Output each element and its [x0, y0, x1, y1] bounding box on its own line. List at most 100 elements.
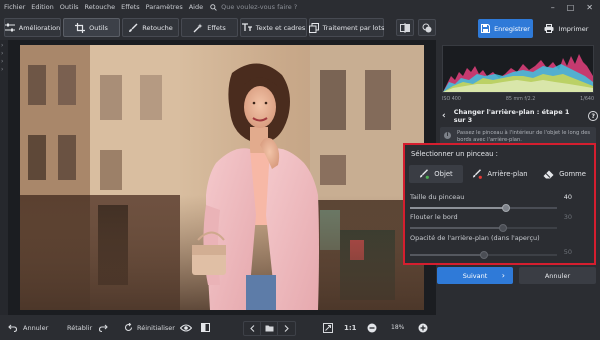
main-toolbar: Amélioration Outils Retouche Effets Text… [0, 14, 600, 40]
save-button[interactable]: Enregistrer [478, 19, 533, 38]
menu-retouch[interactable]: Retouche [82, 3, 119, 11]
exif-shutter: 1/640 [580, 97, 594, 102]
brush-size-slider[interactable] [410, 204, 557, 212]
background-opacity-label: Opacité de l'arrière-plan (dans l'aperçu… [410, 234, 540, 242]
compare-view-button[interactable] [201, 315, 210, 340]
expand-arrow-icon[interactable]: › [1, 42, 3, 49]
compare-icon [400, 22, 410, 33]
tab-tools[interactable]: Outils [63, 18, 120, 37]
prev-image-button[interactable] [244, 322, 261, 335]
tab-label: Effets [207, 23, 226, 32]
minimize-icon[interactable]: – [551, 3, 555, 12]
tab-label: Retouche [142, 23, 173, 32]
next-button[interactable]: Suivant › [437, 267, 513, 284]
search-icon [210, 3, 217, 11]
next-image-button[interactable] [278, 322, 295, 335]
folder-icon [265, 325, 273, 332]
step-header: ‹ Changer l'arrière-plan : étape 1 sur 3… [438, 106, 598, 126]
slider-fill [410, 254, 484, 256]
undo-label: Annuler [23, 323, 49, 332]
layers-button[interactable] [418, 19, 436, 36]
brush-background-button[interactable]: Arrière-plan [467, 165, 533, 183]
feather-edge-label: Flouter le bord [410, 213, 458, 221]
cancel-button[interactable]: Annuler [519, 267, 596, 284]
step-title: Changer l'arrière-plan : étape 1 sur 3 [453, 108, 570, 124]
image-canvas[interactable] [8, 40, 436, 315]
menu-file[interactable]: Fichier [0, 3, 28, 11]
redo-button[interactable]: Rétablir [67, 315, 108, 340]
tab-text-frames[interactable]: Texte et cadres [240, 18, 307, 37]
help-icon[interactable]: ? [588, 111, 598, 121]
brush-eraser-button[interactable]: Gomme [537, 165, 592, 183]
zoom-percent: 18% [391, 324, 405, 331]
exif-info: ISO 400 85 mm f/2.2 1/640 [442, 97, 594, 102]
slider-handle[interactable] [501, 204, 510, 212]
fit-screen-button[interactable] [323, 315, 333, 340]
feather-edge-value: 30 [563, 213, 572, 221]
tab-effects[interactable]: Effets [181, 18, 238, 37]
portrait-photo [20, 45, 424, 310]
chevron-right-icon [284, 325, 289, 332]
sliders-icon [4, 23, 15, 32]
reset-icon [124, 323, 133, 332]
zoom-ratio-label: 1:1 [344, 323, 357, 332]
print-button[interactable]: Imprimer [537, 19, 595, 38]
slider-fill [410, 207, 506, 209]
zoom-out-icon [367, 323, 377, 332]
reset-label: Réinitialiser [137, 323, 175, 332]
expand-arrow-icon[interactable]: › [1, 66, 3, 73]
search-placeholder: Que voulez-vous faire ? [221, 3, 298, 11]
maximize-icon[interactable]: □ [567, 3, 575, 12]
eye-icon [180, 323, 192, 332]
cancel-label: Annuler [544, 271, 571, 280]
undo-icon [8, 324, 17, 332]
exif-iso: ISO 400 [442, 97, 461, 102]
redo-label: Rétablir [67, 323, 93, 332]
zoom-out-button[interactable] [367, 315, 377, 340]
zoom-in-icon [418, 323, 428, 332]
slider-fill [410, 227, 503, 229]
menu-tools[interactable]: Outils [57, 3, 82, 11]
menu-edit[interactable]: Edition [28, 3, 57, 11]
brush-size-value[interactable]: 40 [564, 193, 572, 201]
batch-icon [308, 22, 319, 33]
zoom-in-button[interactable] [418, 315, 428, 340]
close-icon[interactable]: ✕ [586, 3, 593, 12]
tab-enhance[interactable]: Amélioration [4, 18, 61, 37]
redo-icon [99, 324, 108, 332]
menu-effects[interactable]: Effets [118, 3, 143, 11]
brush-label: Objet [434, 170, 453, 178]
tab-retouch[interactable]: Retouche [122, 18, 179, 37]
before-after-button[interactable] [396, 19, 414, 36]
image-navigation [243, 321, 296, 336]
eraser-icon [543, 170, 554, 178]
info-text: Passez le pinceau à l'intérieur de l'obj… [457, 130, 591, 143]
background-opacity-slider [410, 251, 557, 259]
reset-button[interactable]: Réinitialiser [124, 315, 175, 340]
expand-arrow-icon[interactable]: › [1, 50, 3, 57]
undo-button[interactable]: Annuler [8, 315, 48, 340]
print-label: Imprimer [558, 24, 589, 33]
open-folder-button[interactable] [261, 322, 278, 335]
slider-handle [498, 224, 507, 232]
fit-screen-icon [323, 322, 333, 333]
expand-arrow-icon[interactable]: › [1, 58, 3, 65]
tab-label: Amélioration [18, 23, 61, 32]
tab-label: Outils [89, 23, 108, 32]
back-arrow-icon[interactable]: ‹ [442, 111, 446, 121]
zoom-level: 18% [391, 315, 404, 340]
tab-batch[interactable]: Traitement par lots [308, 18, 385, 37]
tab-label: Traitement par lots [322, 23, 385, 32]
preview-toggle[interactable] [180, 315, 192, 340]
menu-settings[interactable]: Paramètres [143, 3, 186, 11]
menu-bar: Fichier Edition Outils Retouche Effets P… [0, 0, 600, 14]
chevron-right-icon: › [501, 271, 505, 280]
zoom-actual-size-button[interactable]: 1:1 [344, 315, 357, 340]
search-field[interactable]: Que voulez-vous faire ? [210, 3, 297, 11]
brush-object-button[interactable]: Objet [409, 165, 463, 183]
histogram [442, 45, 594, 93]
crop-icon [75, 22, 86, 33]
brush-settings-box: Sélectionner un pinceau : Objet Arrière-… [403, 143, 596, 265]
magic-wand-icon [193, 23, 203, 32]
menu-help[interactable]: Aide [186, 3, 206, 11]
